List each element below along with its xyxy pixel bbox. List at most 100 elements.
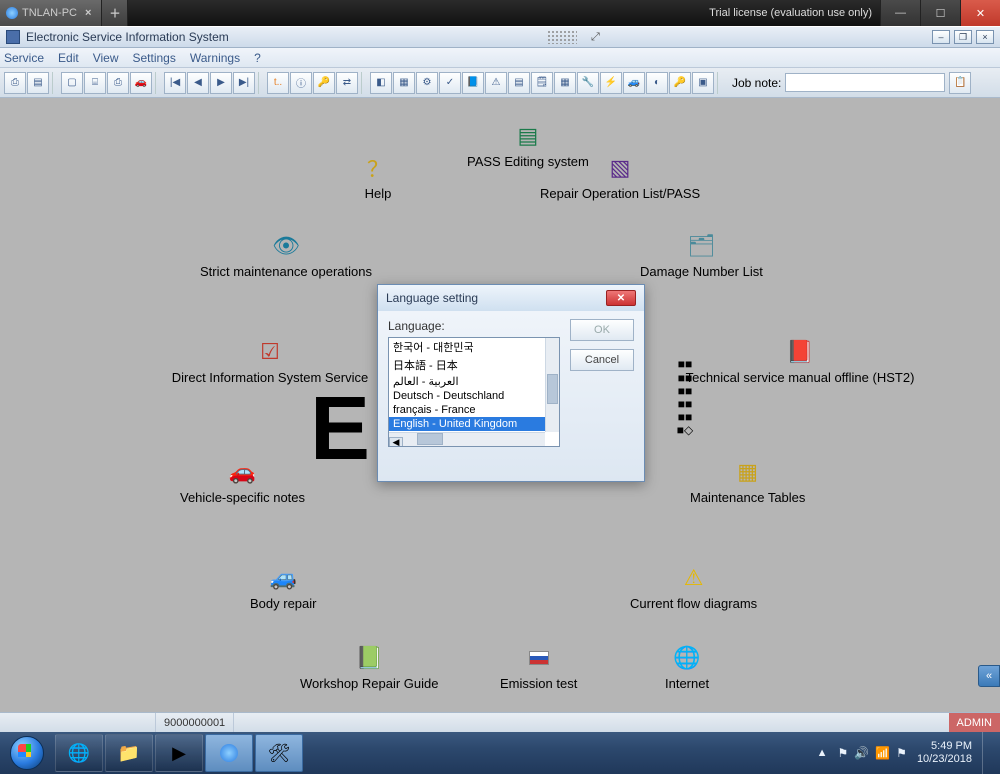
taskbar-media[interactable]: ▶ xyxy=(155,734,203,772)
jobnote-browse[interactable]: 📋 xyxy=(949,72,971,94)
tb-btn-h[interactable]: 🗒 xyxy=(531,72,553,94)
tb-btn-2[interactable]: ▤ xyxy=(27,72,49,94)
tb-btn-g[interactable]: ▤ xyxy=(508,72,530,94)
language-option[interactable]: ‏العربية - العالم xyxy=(389,374,545,389)
app-min-button[interactable]: – xyxy=(932,30,950,44)
tv-min-button[interactable]: — xyxy=(880,0,920,26)
label: Damage Number List xyxy=(640,264,763,279)
menu-edit[interactable]: Edit xyxy=(58,51,79,65)
list-vscrollbar[interactable] xyxy=(545,338,559,432)
tray-expand-icon[interactable]: ▲ xyxy=(817,747,828,759)
app-icon xyxy=(6,30,20,44)
tb-btn-key[interactable]: 🔑 xyxy=(313,72,335,94)
desktop-maint-tables[interactable]: ▦ Maintenance Tables xyxy=(690,458,805,505)
tb-btn-l[interactable]: 🚙 xyxy=(623,72,645,94)
desktop-workshop[interactable]: 📗 Workshop Repair Guide xyxy=(300,644,439,691)
tb-btn-tool[interactable]: t.. xyxy=(267,72,289,94)
menu-service[interactable]: Service xyxy=(4,51,44,65)
menu-view[interactable]: View xyxy=(93,51,119,65)
desktop-direct-info[interactable]: ☑ Direct Information System Service xyxy=(140,338,400,385)
language-listbox[interactable]: 한국어 - 대한민국日本語 - 日本‏العربية - العالمDeuts… xyxy=(388,337,560,447)
status-admin: ADMIN xyxy=(949,713,1000,732)
tb-btn-prev[interactable]: ◀ xyxy=(187,72,209,94)
taskbar-ie[interactable]: 🌐 xyxy=(55,734,103,772)
app-close-button[interactable]: × xyxy=(976,30,994,44)
menu-settings[interactable]: Settings xyxy=(133,51,176,65)
list-hscrollbar[interactable]: ◀ xyxy=(389,432,545,446)
desktop-vehicle-notes[interactable]: 🚗 Vehicle-specific notes xyxy=(180,458,305,505)
menu-help[interactable]: ? xyxy=(254,51,261,65)
tb-btn-n[interactable]: 🔑 xyxy=(669,72,691,94)
tb-btn-first[interactable]: |◀ xyxy=(164,72,186,94)
tb-btn-new[interactable]: ▢ xyxy=(61,72,83,94)
language-option[interactable]: 日本語 - 日本 xyxy=(389,356,545,374)
tb-btn-info[interactable]: ⓘ xyxy=(290,72,312,94)
dialog-titlebar[interactable]: Language setting ✕ xyxy=(378,285,644,311)
tray-volume-icon[interactable]: 🔊 xyxy=(854,746,869,760)
tray-clock[interactable]: 5:49 PM 10/23/2018 xyxy=(917,740,972,765)
tb-btn-swap[interactable]: ⇄ xyxy=(336,72,358,94)
tb-btn-f[interactable]: ⚠ xyxy=(485,72,507,94)
tv-logo-icon xyxy=(6,7,18,19)
tray-time: 5:49 PM xyxy=(917,740,972,753)
tb-btn-k[interactable]: ⚡ xyxy=(600,72,622,94)
tray-network-icon[interactable]: 📶 xyxy=(875,746,890,760)
start-button[interactable] xyxy=(0,732,54,774)
tray-flag-icon[interactable]: ⚑ xyxy=(838,746,849,760)
jobnote-label: Job note: xyxy=(732,76,781,90)
desktop-repair-op[interactable]: ▧ Repair Operation List/PASS xyxy=(540,154,700,201)
tb-btn-c[interactable]: ⚙ xyxy=(416,72,438,94)
tb-btn-next[interactable]: ▶ xyxy=(210,72,232,94)
desktop-internet[interactable]: 🌐 Internet xyxy=(665,644,709,691)
language-option[interactable]: Deutsch - Deutschland xyxy=(389,389,545,403)
app-restore-button[interactable]: ❐ xyxy=(954,30,972,44)
tb-btn-d[interactable]: ✓ xyxy=(439,72,461,94)
dialog-title: Language setting xyxy=(386,291,478,305)
expand-icon[interactable]: ⤢ xyxy=(587,31,604,44)
tb-btn-e[interactable]: 📘 xyxy=(462,72,484,94)
tb-btn-car[interactable]: 🚗 xyxy=(130,72,152,94)
desktop-flow-diag[interactable]: ⚠ Current flow diagrams xyxy=(630,564,757,611)
desktop-emission[interactable]: Emission test xyxy=(500,644,577,691)
tray-av-icon[interactable]: ⚑ xyxy=(896,746,907,760)
show-desktop-button[interactable] xyxy=(982,732,994,774)
dialog-close-button[interactable]: ✕ xyxy=(606,290,636,306)
label: Current flow diagrams xyxy=(630,596,757,611)
desktop-help[interactable]: ？ Help xyxy=(362,154,394,201)
tv-max-button[interactable]: ☐ xyxy=(920,0,960,26)
language-option[interactable]: français - France xyxy=(389,403,545,417)
language-option[interactable]: 한국어 - 대한민국 xyxy=(389,338,545,356)
desktop-damage-num[interactable]: 🗂 Damage Number List xyxy=(640,232,763,279)
teamviewer-side-tab[interactable]: « xyxy=(978,665,1000,687)
language-option[interactable]: English - United Kingdom xyxy=(389,417,545,431)
globe-icon: 🌐 xyxy=(671,644,703,672)
taskbar: 🌐 📁 ▶ 🛠 ▲ ⚑ 🔊 📶 ⚑ 5:49 PM 10/23/2018 xyxy=(0,732,1000,774)
taskbar-teamviewer[interactable] xyxy=(205,734,253,772)
damage-icon: 🗂 xyxy=(685,232,717,260)
menu-warnings[interactable]: Warnings xyxy=(190,51,240,65)
dialog-cancel-button[interactable]: Cancel xyxy=(570,349,634,371)
taskbar-elsa[interactable]: 🛠 xyxy=(255,734,303,772)
taskbar-explorer[interactable]: 📁 xyxy=(105,734,153,772)
tb-btn-b[interactable]: ▦ xyxy=(393,72,415,94)
tb-btn-j[interactable]: 🔧 xyxy=(577,72,599,94)
tv-tab[interactable]: TNLAN-PC × xyxy=(0,0,102,26)
tv-tab-close[interactable]: × xyxy=(81,7,95,19)
tb-btn-i[interactable]: ▦ xyxy=(554,72,576,94)
dialog-ok-button[interactable]: OK xyxy=(570,319,634,341)
desktop-strict-maint[interactable]: 👁 Strict maintenance operations xyxy=(200,232,372,279)
tb-btn-print[interactable]: ⎙ xyxy=(107,72,129,94)
tb-btn-open[interactable]: ⌸ xyxy=(84,72,106,94)
tb-btn-a[interactable]: ◧ xyxy=(370,72,392,94)
tb-btn-o[interactable]: ▣ xyxy=(692,72,714,94)
desktop-body-repair[interactable]: 🚙 Body repair xyxy=(250,564,316,611)
jobnote-input[interactable] xyxy=(785,73,945,92)
tv-close-button[interactable]: ✕ xyxy=(960,0,1000,26)
tb-btn-last[interactable]: ▶| xyxy=(233,72,255,94)
tray-date: 10/23/2018 xyxy=(917,753,972,766)
desktop-grid[interactable]: ■■ ■■■■ ■■■■ ■◇ xyxy=(669,384,701,412)
tb-btn-m[interactable]: ◐ xyxy=(646,72,668,94)
tv-new-tab[interactable]: ＋ xyxy=(102,0,128,26)
tb-btn-1[interactable]: ⎙ xyxy=(4,72,26,94)
label: Technical service manual offline (HST2) xyxy=(686,370,915,385)
